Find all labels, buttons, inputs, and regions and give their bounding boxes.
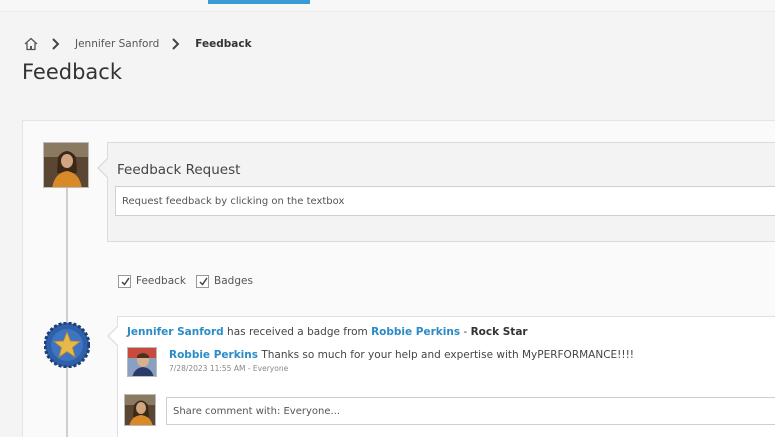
comment-text: Thanks so much for your help and experti… (258, 349, 635, 361)
filter-feedback[interactable]: Feedback (118, 274, 187, 288)
post-separator: - (460, 326, 471, 338)
star-badge-icon (43, 321, 91, 369)
avatar[interactable] (127, 347, 157, 377)
feedback-request-input[interactable] (115, 186, 775, 216)
breadcrumb-link-user[interactable]: Jennifer Sanford (75, 38, 159, 50)
activity-filters: Feedback Badges (118, 272, 263, 290)
badges-checkbox-label: Badges (214, 275, 253, 287)
feedback-checkbox-label: Feedback (136, 275, 187, 287)
avatar (124, 394, 156, 426)
post-action-text: has received a badge from (223, 326, 372, 338)
comment-text-line: Robbie Perkins Thanks so much for your h… (169, 349, 634, 361)
timeline-line (66, 180, 68, 437)
chevron-right-icon (169, 37, 183, 51)
breadcrumb: Jennifer Sanford Feedback (23, 34, 252, 54)
top-nav-bar (0, 0, 775, 12)
breadcrumb-current: Feedback (195, 38, 252, 50)
giver-link[interactable]: Robbie Perkins (371, 326, 460, 338)
badges-checkbox[interactable] (196, 274, 210, 288)
comment-timestamp: 7/28/2023 11:55 AM - Everyone (169, 364, 289, 373)
badge-name: Rock Star (470, 326, 528, 338)
feedback-checkbox[interactable] (118, 274, 131, 288)
page-title: Feedback (22, 60, 123, 84)
home-icon[interactable] (23, 36, 39, 52)
recipient-link[interactable]: Jennifer Sanford (127, 326, 224, 338)
post-pointer-inner (109, 327, 118, 345)
feedback-request-title: Feedback Request (117, 162, 241, 178)
avatar[interactable] (43, 142, 89, 188)
active-tab-indicator (208, 0, 310, 4)
chevron-right-icon (49, 37, 63, 51)
comment-author-link[interactable]: Robbie Perkins (169, 349, 258, 361)
filter-badges[interactable]: Badges (196, 274, 253, 288)
share-comment-input[interactable] (166, 397, 775, 425)
request-pointer-inner (99, 159, 108, 177)
badge-post-header: Jennifer Sanford has received a badge fr… (127, 326, 528, 338)
